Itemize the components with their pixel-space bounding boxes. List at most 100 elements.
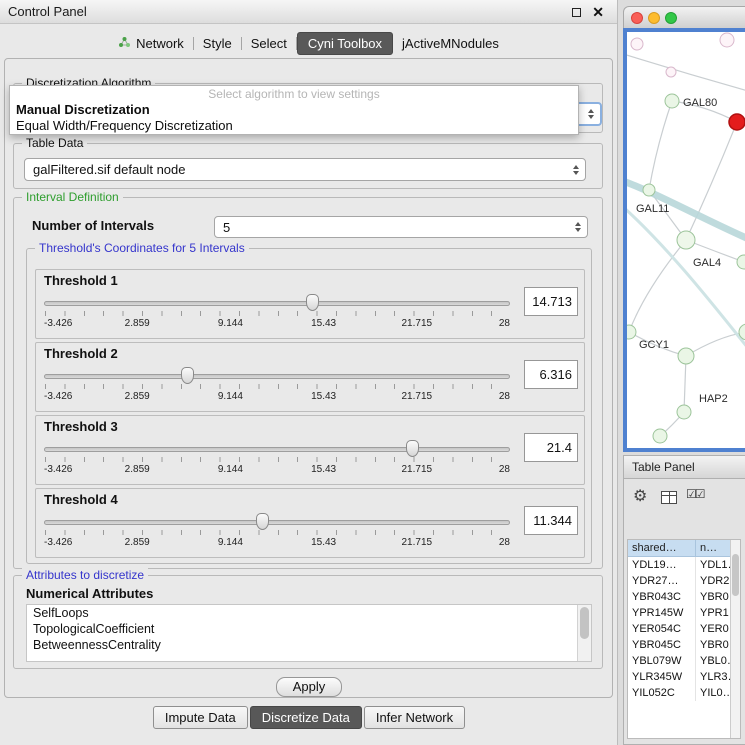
node[interactable] xyxy=(631,38,643,50)
attributes-list[interactable]: SelfLoops TopologicalCoefficient Between… xyxy=(26,604,592,662)
cell[interactable]: YBR043C xyxy=(628,589,696,605)
scrollbar-thumb[interactable] xyxy=(580,607,589,639)
network-nodes[interactable] xyxy=(627,33,745,443)
columns-icon[interactable] xyxy=(661,491,677,504)
tab-label: jActiveMNodules xyxy=(402,36,499,51)
slider-ticks xyxy=(45,384,509,389)
cell[interactable]: YLR345W xyxy=(628,669,696,685)
threshold-1-value-field[interactable]: 14.713 xyxy=(524,287,578,316)
close-traffic-button[interactable] xyxy=(631,12,643,24)
minimize-traffic-button[interactable] xyxy=(648,12,660,24)
node[interactable] xyxy=(720,33,734,47)
node-selected-red[interactable] xyxy=(729,114,745,130)
tab-cyni-toolbox[interactable]: Cyni Toolbox xyxy=(297,32,393,55)
attributes-group: Attributes to discretize Numerical Attri… xyxy=(13,575,603,669)
node[interactable] xyxy=(678,348,694,364)
tab-label: Cyni Toolbox xyxy=(308,36,382,51)
node-gal80[interactable] xyxy=(665,94,679,108)
node[interactable] xyxy=(666,67,676,77)
tab-style[interactable]: Style xyxy=(194,32,241,55)
threshold-2-value-field[interactable]: 6.316 xyxy=(524,360,578,389)
table-row[interactable]: YBR045CYBR0… xyxy=(628,637,740,653)
cell[interactable]: YBR045C xyxy=(628,637,696,653)
tab-jactivemnodules[interactable]: jActiveMNodules xyxy=(393,32,508,55)
slider-track[interactable] xyxy=(44,447,510,452)
threshold-label: Threshold 2 xyxy=(44,346,118,361)
list-item[interactable]: BetweennessCentrality xyxy=(27,637,591,653)
threshold-3-slider[interactable]: -3.426 2.859 9.144 15.43 21.715 28 xyxy=(42,438,512,482)
list-scrollbar[interactable] xyxy=(577,605,591,661)
cell[interactable]: YDR27… xyxy=(628,573,696,589)
threshold-1-slider[interactable]: -3.426 2.859 9.144 15.43 21.715 28 xyxy=(42,292,512,336)
control-panel-window: Control Panel ✕ Network Style Select Cyn… xyxy=(0,0,618,745)
gear-icon[interactable]: ⚙ xyxy=(633,487,647,507)
slider-thumb[interactable] xyxy=(256,513,269,530)
table-data-combobox[interactable]: galFiltered.sif default node xyxy=(24,158,586,181)
node-hap2[interactable] xyxy=(677,405,691,419)
thresholds-group: Threshold's Coordinates for 5 Intervals … xyxy=(26,248,592,564)
minimize-icon[interactable] xyxy=(572,8,581,17)
tab-discretize-data[interactable]: Discretize Data xyxy=(250,706,362,729)
threshold-2-slider[interactable]: -3.426 2.859 9.144 15.43 21.715 28 xyxy=(42,365,512,409)
node[interactable] xyxy=(737,255,745,269)
cell[interactable]: YIL052C xyxy=(628,685,696,701)
tab-select[interactable]: Select xyxy=(242,32,296,55)
table-panel-body: ⚙ ☑☑ shared… n… YDL19…YDL1… YDR27…YDR2… … xyxy=(623,479,745,745)
scale-label: 28 xyxy=(499,391,510,402)
tab-impute-data[interactable]: Impute Data xyxy=(153,706,248,729)
select-columns-checkboxes-icon[interactable]: ☑☑ xyxy=(686,487,704,501)
zoom-traffic-button[interactable] xyxy=(665,12,677,24)
table-row[interactable]: YPR145WYPR1… xyxy=(628,605,740,621)
tab-network[interactable]: Network xyxy=(109,32,193,55)
scale-label: 28 xyxy=(499,537,510,548)
list-item[interactable]: TopologicalCoefficient xyxy=(27,621,591,637)
network-canvas[interactable]: GAL80 GAL11 GAL4 GCY1 HAP2 xyxy=(627,32,745,448)
slider-thumb[interactable] xyxy=(306,294,319,311)
slider-thumb[interactable] xyxy=(181,367,194,384)
table-row[interactable]: YLR345WYLR3… xyxy=(628,669,740,685)
table-row[interactable]: YBR043CYBR0… xyxy=(628,589,740,605)
table-row[interactable]: YER054CYER0… xyxy=(628,621,740,637)
table-panel-title: Table Panel xyxy=(632,456,695,479)
slider-track[interactable] xyxy=(44,520,510,525)
window-title: Control Panel xyxy=(8,0,87,23)
table-data-selected-value: galFiltered.sif default node xyxy=(33,159,185,180)
cell[interactable]: YBL079W xyxy=(628,653,696,669)
table-row[interactable]: YDL19…YDL1… xyxy=(628,557,740,573)
apply-button[interactable]: Apply xyxy=(276,677,342,697)
column-header-shared-name[interactable]: shared… xyxy=(628,540,696,557)
network-view-window: GAL80 GAL11 GAL4 GCY1 HAP2 xyxy=(623,6,745,452)
cell[interactable]: YDL19… xyxy=(628,557,696,573)
number-of-intervals-combobox[interactable]: 5 xyxy=(214,216,588,238)
threshold-4-slider[interactable]: -3.426 2.859 9.144 15.43 21.715 28 xyxy=(42,511,512,555)
slider-thumb[interactable] xyxy=(406,440,419,457)
slider-track[interactable] xyxy=(44,374,510,379)
threshold-4-value-field[interactable]: 11.344 xyxy=(524,506,578,535)
table-scrollbar[interactable] xyxy=(730,540,740,738)
screen: Control Panel ✕ Network Style Select Cyn… xyxy=(0,0,745,745)
node-gal4[interactable] xyxy=(677,231,695,249)
scale-label: 15.43 xyxy=(311,318,336,329)
table-data-group-title: Table Data xyxy=(22,136,87,150)
list-item[interactable]: SelfLoops xyxy=(27,605,591,621)
scrollbar-thumb[interactable] xyxy=(732,554,739,596)
node[interactable] xyxy=(653,429,667,443)
scale-label: 28 xyxy=(499,464,510,475)
slider-track[interactable] xyxy=(44,301,510,306)
scale-label: 9.144 xyxy=(218,391,243,402)
node-gal11[interactable] xyxy=(643,184,655,196)
combo-arrows-icon xyxy=(588,109,594,119)
table-toolbar: ⚙ ☑☑ xyxy=(624,483,745,515)
dropdown-option-equal-width-frequency[interactable]: Equal Width/Frequency Discretization xyxy=(10,118,578,134)
cell[interactable]: YER054C xyxy=(628,621,696,637)
tab-infer-network[interactable]: Infer Network xyxy=(364,706,465,729)
close-icon[interactable]: ✕ xyxy=(592,4,604,20)
node-gcy1[interactable] xyxy=(627,325,636,339)
table-row[interactable]: YBL079WYBL0… xyxy=(628,653,740,669)
slider-scale: -3.426 2.859 9.144 15.43 21.715 28 xyxy=(44,318,510,330)
dropdown-option-manual-discretization[interactable]: Manual Discretization xyxy=(10,102,578,118)
table-row[interactable]: YDR27…YDR2… xyxy=(628,573,740,589)
cell[interactable]: YPR145W xyxy=(628,605,696,621)
table-row[interactable]: YIL052CYIL0… xyxy=(628,685,740,701)
threshold-3-value-field[interactable]: 21.4 xyxy=(524,433,578,462)
